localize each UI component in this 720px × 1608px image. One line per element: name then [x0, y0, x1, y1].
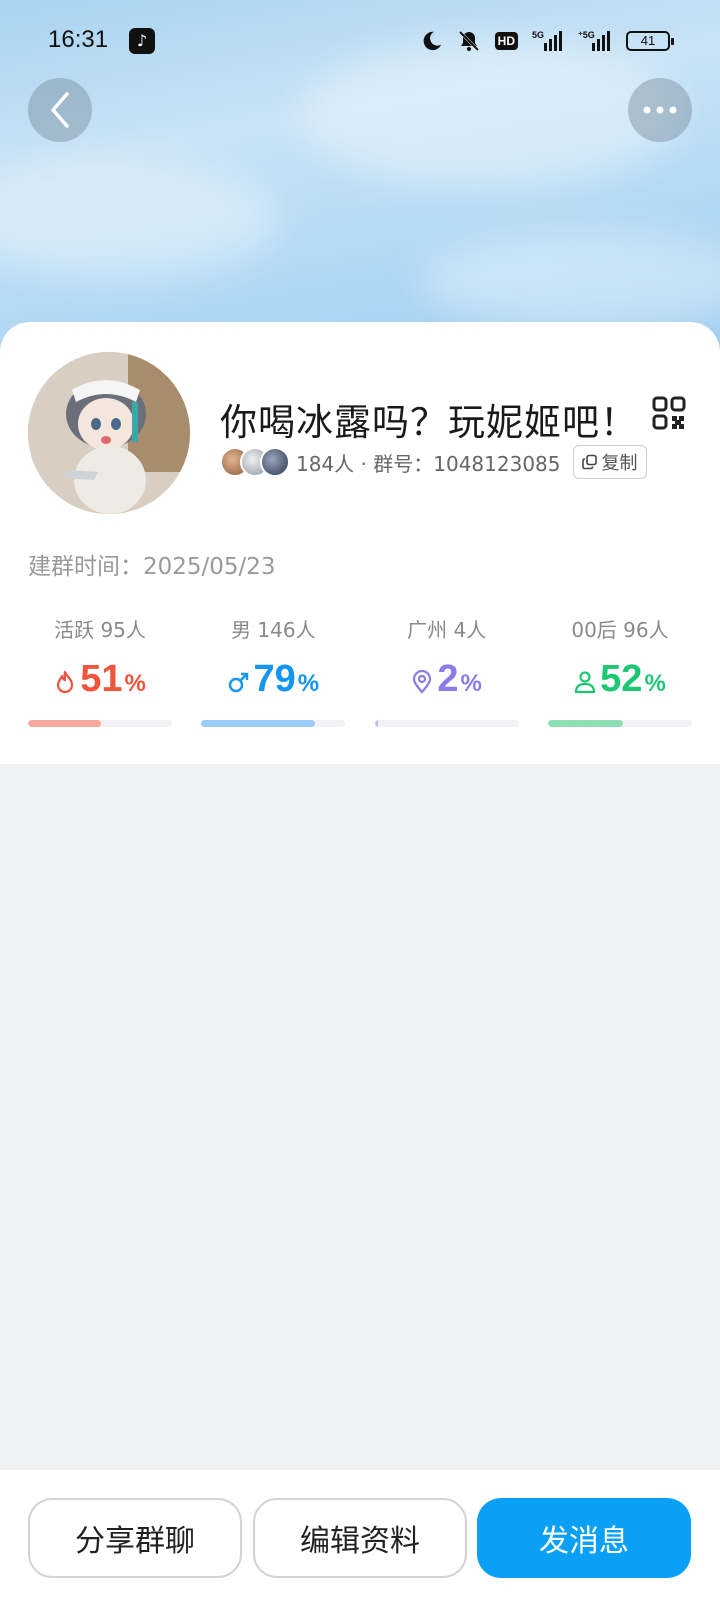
signal-5g-icon-2: ⁺5G [578, 30, 610, 51]
share-group-button[interactable]: 分享群聊 [28, 1498, 242, 1578]
stat-item[interactable]: 广州 4人 2 % [374, 614, 519, 727]
stat-percent-number: 79 [253, 658, 296, 700]
stat-progress-fill [547, 720, 623, 727]
stat-value: 52 % [574, 658, 666, 706]
status-icons: HD 5G ⁺5G 41 [421, 26, 674, 56]
stat-percent-sign: % [124, 670, 146, 697]
stat-percent-sign: % [644, 670, 666, 697]
back-button[interactable] [28, 78, 92, 142]
copy-group-id-button[interactable]: 复制 [572, 445, 647, 479]
stat-item[interactable]: 00后 96人 52 % [547, 614, 692, 727]
stat-progress-bar [28, 720, 172, 727]
stat-progress-bar [547, 720, 692, 727]
stat-label: 广州 4人 [407, 618, 487, 642]
stat-item[interactable]: 活跃 95人 51 % [28, 614, 172, 727]
copy-icon [581, 454, 597, 470]
group-meta-row: 184人 · 群号：1048123085 复制 [220, 445, 647, 479]
stat-value: 2 % [411, 658, 482, 706]
stat-value: 79 % [228, 658, 320, 706]
more-options-button[interactable] [628, 78, 692, 142]
member-count-and-group-id: 184人 · 群号：1048123085 [296, 451, 561, 476]
location-pin-icon [411, 669, 433, 694]
member-avatars[interactable] [220, 447, 290, 477]
stat-label: 00后 96人 [571, 618, 669, 642]
svg-text:5G: 5G [532, 30, 544, 40]
stat-progress-fill [201, 720, 316, 727]
ellipsis-icon [643, 106, 677, 114]
avatar-illustration [28, 352, 190, 514]
stat-progress-fill [28, 720, 102, 727]
stat-percent-number: 51 [80, 658, 123, 700]
group-name: 你喝冰露吗？玩妮姬吧！ [220, 401, 638, 444]
hd-voice-badge: HD [494, 32, 518, 50]
svg-text:⁺5G: ⁺5G [578, 30, 595, 40]
send-message-button[interactable]: 发消息 [477, 1498, 691, 1578]
group-avatar[interactable] [28, 352, 190, 514]
copy-label: 复制 [601, 453, 638, 474]
chevron-left-icon [51, 92, 69, 128]
bell-off-icon [458, 30, 479, 52]
person-icon [574, 670, 596, 694]
avatar [260, 447, 290, 477]
signal-5g-icon: 5G [532, 30, 562, 51]
stat-percent-sign: % [297, 670, 320, 697]
status-time: 16:31 [48, 26, 109, 53]
group-stats: 活跃 95人 51 % 男 146人 79 % 广州 4人 2 % 00后 96… [28, 614, 692, 727]
stat-percent-number: 2 [437, 658, 459, 700]
stat-value: 51 % [54, 658, 146, 706]
qr-code-icon[interactable] [652, 396, 686, 430]
edit-profile-button[interactable]: 编辑资料 [253, 1498, 467, 1578]
flame-icon [54, 670, 76, 694]
stat-progress-fill [374, 720, 378, 727]
group-created-date: 建群时间：2025/05/23 [28, 554, 276, 580]
stat-percent-sign: % [460, 670, 482, 697]
stat-label: 男 146人 [231, 618, 316, 642]
battery-icon: 41 [626, 31, 674, 51]
stat-progress-bar [201, 720, 346, 727]
status-bar: 16:31 ♪ HD 5G ⁺5G 41 [0, 0, 720, 84]
stat-progress-bar [374, 720, 519, 727]
bottom-action-bar: 分享群聊 编辑资料 发消息 [0, 1470, 720, 1608]
stat-percent-number: 52 [600, 658, 643, 700]
stat-item[interactable]: 男 146人 79 % [201, 614, 346, 727]
stat-label: 活跃 95人 [54, 618, 146, 642]
male-icon [228, 670, 250, 694]
tiktok-notification-icon: ♪ [129, 28, 155, 54]
moon-icon [423, 31, 441, 51]
